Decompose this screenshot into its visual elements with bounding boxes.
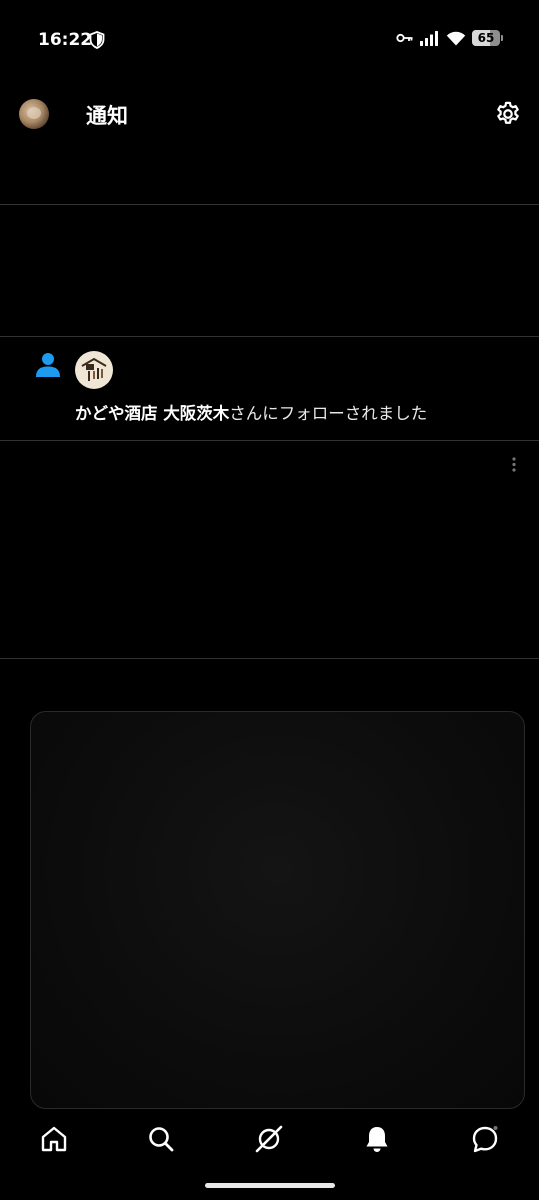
header: 通知 <box>0 80 539 152</box>
more-options-icon[interactable] <box>510 456 518 474</box>
battery-icon: 65 <box>472 30 503 46</box>
wifi-icon <box>446 31 466 45</box>
page-title: 通知 <box>86 104 128 128</box>
messages-icon[interactable] <box>470 1124 500 1154</box>
kadoya-logo[interactable] <box>75 351 113 389</box>
divider <box>0 658 539 659</box>
follow-notification[interactable]: かどや酒店 大阪茨木さんにフォローされました <box>0 338 539 440</box>
shield-icon <box>89 31 105 49</box>
account-name[interactable]: かどや酒店 大阪茨木 <box>75 404 229 423</box>
grok-icon[interactable] <box>254 1124 284 1154</box>
profile-avatar[interactable] <box>19 99 49 129</box>
notification-text: かどや酒店 大阪茨木さんにフォローされました <box>75 400 427 424</box>
media-card[interactable] <box>30 711 525 1109</box>
home-indicator <box>205 1183 335 1188</box>
divider <box>0 440 539 441</box>
divider <box>0 336 539 337</box>
status-time: 16:22 <box>38 30 93 50</box>
battery-level: 65 <box>477 31 495 45</box>
signal-icon <box>420 30 438 46</box>
key-icon <box>396 33 413 43</box>
divider <box>0 204 539 205</box>
kadoya-logo-mark <box>81 357 107 381</box>
status-icons: 65 <box>396 30 503 46</box>
home-icon[interactable] <box>39 1124 69 1154</box>
notification-message: さんにフォローされました <box>229 404 428 423</box>
person-icon <box>36 353 60 377</box>
search-icon[interactable] <box>146 1124 176 1154</box>
gear-icon[interactable] <box>494 100 522 128</box>
bell-icon[interactable] <box>362 1124 392 1154</box>
status-bar: 16:22 65 <box>0 0 539 80</box>
